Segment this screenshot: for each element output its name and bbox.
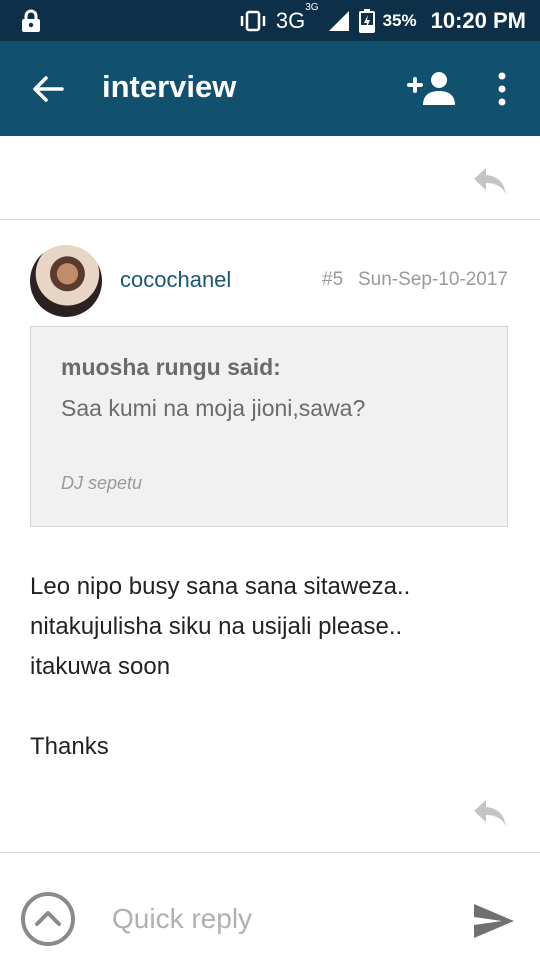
post-date: Sun-Sep-10-2017 — [358, 269, 508, 290]
status-bar: 3G3G 35% 10:20 PM — [0, 0, 540, 41]
app-bar: interview — [0, 41, 540, 136]
post-body-line: nitakujulisha siku na usijali please.. — [30, 613, 403, 640]
reply-icon[interactable] — [472, 798, 508, 828]
arrow-back-icon[interactable] — [30, 71, 66, 107]
more-vert-icon[interactable] — [492, 71, 512, 107]
lock-icon — [22, 9, 40, 32]
vibrate-icon — [240, 10, 266, 31]
quote-text: Saa kumi na moja jioni,sawa? — [61, 395, 366, 421]
battery-percent: 35% — [382, 10, 417, 30]
reply-icon[interactable] — [472, 166, 508, 196]
quote-author: muosha rungu said: — [61, 354, 281, 380]
avatar[interactable] — [30, 245, 102, 317]
person-add-icon[interactable] — [407, 69, 457, 107]
quick-reply-input[interactable] — [110, 898, 444, 940]
quick-reply-bar — [0, 872, 540, 960]
clock: 10:20 PM — [430, 7, 526, 33]
post-number: #5 — [322, 269, 344, 290]
quote-block: muosha rungu said: Saa kumi na moja jion… — [30, 326, 508, 527]
send-icon[interactable] — [472, 902, 516, 940]
post-username[interactable]: cocochanel — [120, 267, 231, 293]
battery-icon — [358, 8, 375, 33]
post-body-line: Thanks — [30, 733, 109, 760]
divider — [0, 219, 540, 220]
post-body-line: Leo nipo busy sana sana sitaweza.. — [30, 573, 411, 600]
post-body-line: itakuwa soon — [30, 653, 171, 680]
quote-signature: DJ sepetu — [61, 473, 143, 493]
divider — [0, 852, 540, 853]
chevron-up-circle-icon[interactable] — [20, 891, 76, 947]
signal-icon — [328, 10, 349, 31]
page-title: interview — [102, 69, 237, 104]
network-type: 3G3G — [275, 2, 319, 33]
